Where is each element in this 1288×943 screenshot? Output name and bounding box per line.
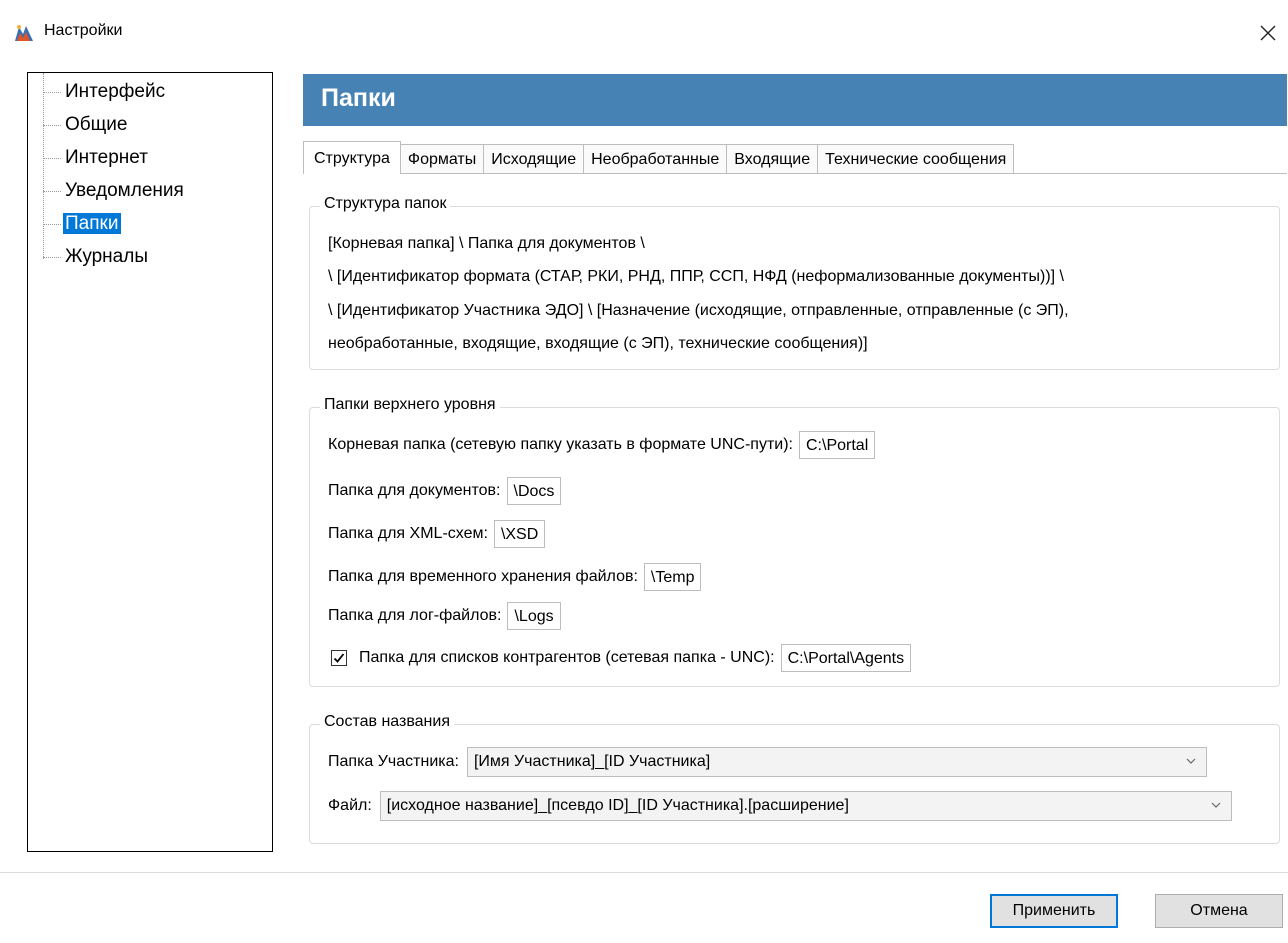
agents-folder-input[interactable]: C:\Portal\Agents	[780, 644, 912, 672]
file-name-select[interactable]: [исходное название]_[псевдо ID]_[ID Учас…	[379, 791, 1232, 821]
tree-item-label: Интернет	[65, 147, 148, 168]
tree-item-label: Интерфейс	[65, 81, 166, 102]
settings-window: Настройки Интерфейс Общие Интернет Уведо…	[0, 0, 1288, 943]
participant-folder-select[interactable]: [Имя Участника]_[ID Участника]	[466, 747, 1207, 777]
checkmark-icon	[333, 653, 345, 663]
naming-group: Состав названия Папка Участника: [Имя Уч…	[309, 713, 1280, 844]
title-bar: Настройки	[0, 0, 1288, 66]
top-folders-group-title: Папки верхнего уровня	[320, 396, 500, 414]
file-name-label: Файл:	[328, 797, 372, 814]
participant-folder-label: Папка Участника:	[328, 753, 459, 770]
structure-line: \ [Идентификатор Участника ЭДО] \ [Назна…	[328, 302, 1069, 319]
tree-item-general[interactable]: Общие	[43, 110, 130, 140]
docs-folder-row: Папка для документов: \Docs	[328, 476, 562, 506]
chevron-down-icon	[1186, 758, 1196, 764]
tab-strip: Структура Форматы Исходящие Необработанн…	[303, 141, 1015, 174]
chevron-down-icon	[1211, 802, 1221, 808]
tree-item-interface[interactable]: Интерфейс	[43, 77, 168, 107]
apply-button[interactable]: Применить	[990, 894, 1118, 928]
file-name-value: [исходное название]_[псевдо ID]_[ID Учас…	[386, 797, 849, 814]
file-name-row: Файл: [исходное название]_[псевдо ID]_[I…	[328, 790, 1232, 822]
tab-underline	[417, 173, 1287, 174]
logs-folder-input[interactable]: \Logs	[507, 602, 561, 630]
structure-group-title: Структура папок	[320, 195, 451, 213]
naming-group-title: Состав названия	[320, 713, 454, 731]
participant-folder-row: Папка Участника: [Имя Участника]_[ID Уча…	[328, 746, 1207, 778]
xml-folder-row: Папка для XML-схем: \XSD	[328, 519, 546, 549]
tree-item-notifications[interactable]: Уведомления	[43, 176, 187, 206]
tree-item-label: Общие	[65, 114, 128, 135]
agents-folder-label: Папка для списков контрагентов (сетевая …	[359, 649, 775, 666]
agents-folder-checkbox[interactable]	[331, 650, 347, 666]
tree-item-label: Журналы	[65, 246, 148, 267]
top-folders-group: Папки верхнего уровня Корневая папка (се…	[309, 396, 1280, 687]
logs-folder-label: Папка для лог-файлов:	[328, 607, 502, 624]
tree-item-internet[interactable]: Интернет	[43, 143, 151, 173]
window-title: Настройки	[44, 22, 123, 39]
participant-folder-value: [Имя Участника]_[ID Участника]	[473, 753, 711, 770]
temp-folder-input[interactable]: \Temp	[643, 563, 702, 591]
structure-line: \ [Идентификатор формата (СТАР, РКИ, РНД…	[328, 268, 1064, 285]
tab-formats[interactable]: Форматы	[400, 144, 485, 174]
tree-item-folders[interactable]: Папки	[43, 209, 122, 239]
tab-structure[interactable]: Структура	[303, 141, 401, 174]
close-icon	[1260, 25, 1276, 41]
structure-line: необработанные, входящие, входящие (с ЭП…	[328, 335, 868, 352]
root-folder-row: Корневая папка (сетевую папку указать в …	[328, 430, 876, 460]
footer-separator	[0, 872, 1288, 873]
xml-folder-input[interactable]: \XSD	[493, 520, 546, 548]
root-folder-label: Корневая папка (сетевую папку указать в …	[328, 436, 793, 453]
tab-outgoing[interactable]: Исходящие	[484, 144, 585, 174]
tree-item-logs[interactable]: Журналы	[43, 242, 151, 272]
structure-line: [Корневая папка] \ Папка для документов …	[328, 235, 645, 252]
close-button[interactable]	[1248, 14, 1288, 54]
tree-item-label: Папки	[63, 213, 122, 234]
docs-folder-label: Папка для документов:	[328, 482, 501, 499]
tree-item-label: Уведомления	[65, 180, 184, 201]
structure-group: Структура папок [Корневая папка] \ Папка…	[309, 195, 1280, 370]
tab-incoming[interactable]: Входящие	[727, 144, 819, 174]
temp-folder-label: Папка для временного хранения файлов:	[328, 568, 638, 585]
settings-tree: Интерфейс Общие Интернет Уведомления Пап…	[27, 72, 273, 852]
root-folder-input[interactable]: C:\Portal	[799, 431, 876, 459]
logs-folder-row: Папка для лог-файлов: \Logs	[328, 601, 561, 631]
app-icon	[15, 25, 33, 41]
tab-technical-messages[interactable]: Технические сообщения	[818, 144, 1015, 174]
docs-folder-input[interactable]: \Docs	[506, 477, 562, 505]
cancel-button[interactable]: Отмена	[1155, 894, 1283, 928]
temp-folder-row: Папка для временного хранения файлов: \T…	[328, 562, 702, 592]
section-header: Папки	[303, 74, 1287, 126]
tab-unprocessed[interactable]: Необработанные	[584, 144, 728, 174]
section-title: Папки	[321, 84, 396, 112]
agents-folder-row: Папка для списков контрагентов (сетевая …	[331, 643, 912, 673]
xml-folder-label: Папка для XML-схем:	[328, 525, 488, 542]
